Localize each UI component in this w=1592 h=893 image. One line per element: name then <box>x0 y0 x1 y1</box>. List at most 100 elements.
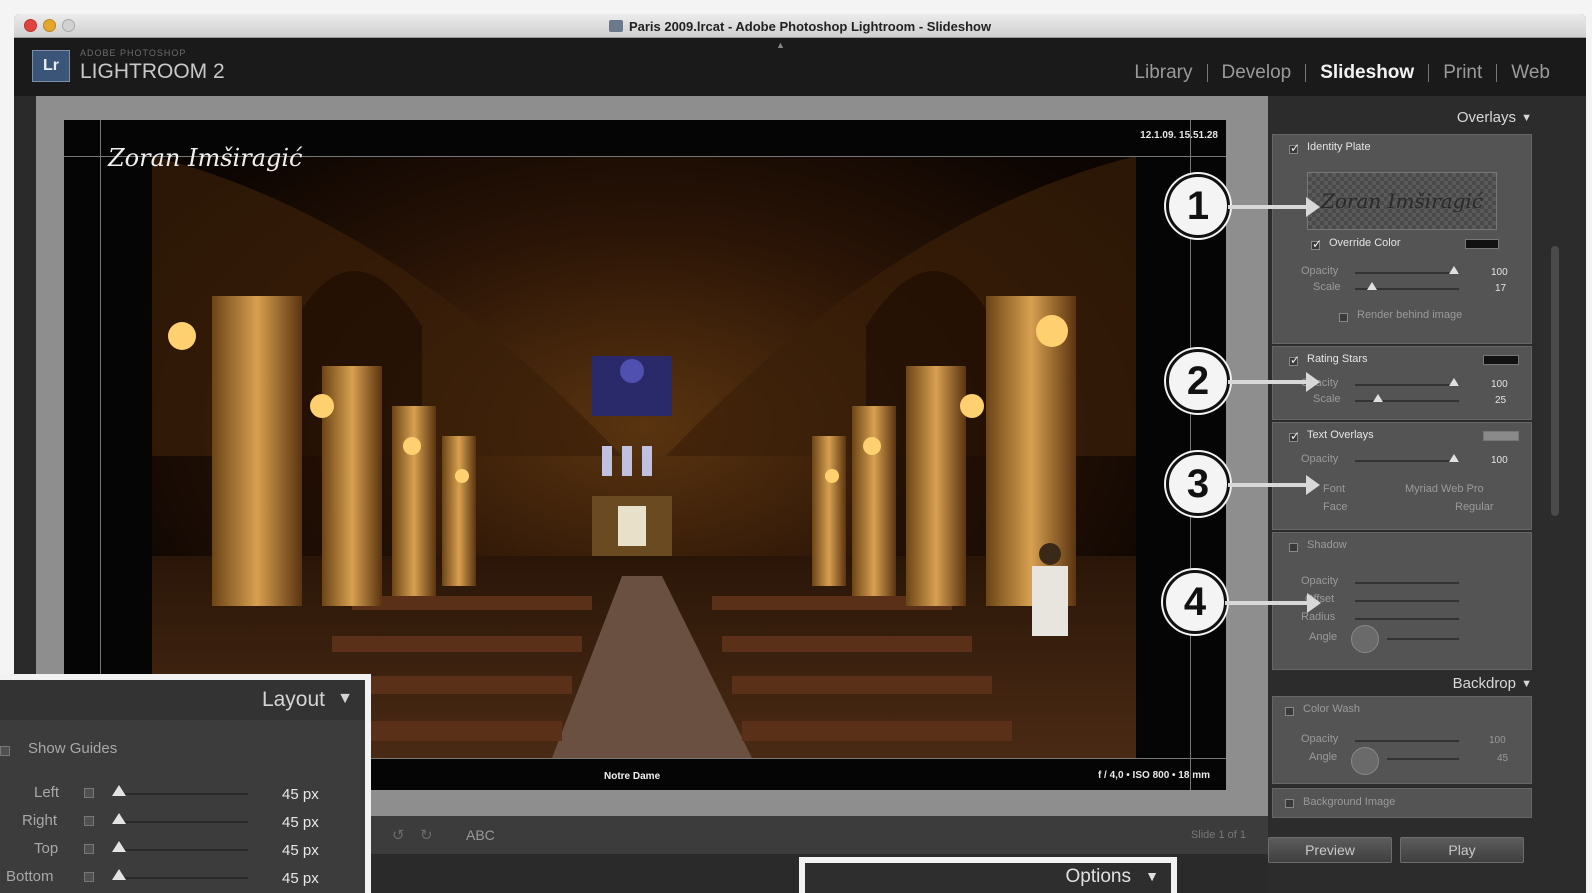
rating-opacity-value[interactable]: 100 <box>1491 379 1508 390</box>
rating-scale-slider[interactable] <box>1355 400 1459 402</box>
background-image-checkbox[interactable] <box>1285 799 1294 808</box>
color-wash-opacity-slider[interactable] <box>1355 740 1459 742</box>
module-slideshow[interactable]: Slideshow <box>1306 62 1428 84</box>
module-header: Lr ADOBE PHOTOSHOP LIGHTROOM 2 ▲ Library… <box>14 38 1586 96</box>
override-color-swatch[interactable] <box>1465 239 1499 249</box>
module-print[interactable]: Print <box>1429 62 1496 84</box>
play-button[interactable]: Play <box>1400 837 1524 863</box>
module-develop[interactable]: Develop <box>1208 62 1306 84</box>
shadow-radius-slider[interactable] <box>1355 618 1459 620</box>
module-web[interactable]: Web <box>1497 62 1564 84</box>
rating-stars-color-swatch[interactable] <box>1483 355 1519 365</box>
brand-title: LIGHTROOM 2 <box>80 60 225 83</box>
layout-right-knob[interactable] <box>112 813 126 824</box>
layout-bottom-slider[interactable] <box>118 877 248 879</box>
color-wash-angle-dial[interactable] <box>1351 747 1379 775</box>
layout-top-link-checkbox[interactable] <box>84 844 94 854</box>
layout-left-knob[interactable] <box>112 785 126 796</box>
shadow-offset-slider[interactable] <box>1355 600 1459 602</box>
brand-subtitle: ADOBE PHOTOSHOP <box>80 48 187 58</box>
layout-top-slider[interactable] <box>118 849 248 851</box>
override-color-checkbox[interactable] <box>1311 237 1322 251</box>
identity-plate-checkbox[interactable] <box>1289 141 1300 155</box>
layout-top-knob[interactable] <box>112 841 126 852</box>
callout-1: 1 <box>1166 174 1230 238</box>
color-wash-opacity-value[interactable]: 100 <box>1489 735 1506 746</box>
rating-opacity-knob[interactable] <box>1449 378 1459 386</box>
layout-right-value[interactable]: 45 px <box>282 814 319 831</box>
layout-left-slider[interactable] <box>118 793 248 795</box>
rating-stars-label: Rating Stars <box>1307 353 1368 365</box>
color-wash-checkbox[interactable] <box>1285 707 1294 716</box>
title-bar: Paris 2009.lrcat - Adobe Photoshop Light… <box>14 14 1586 38</box>
render-behind-label: Render behind image <box>1357 309 1463 321</box>
layout-left-value[interactable]: 45 px <box>282 786 319 803</box>
shadow-angle-slider[interactable] <box>1387 638 1459 640</box>
preview-button[interactable]: Preview <box>1268 837 1392 863</box>
show-guides-label: Show Guides <box>28 740 118 757</box>
color-wash-angle-slider[interactable] <box>1387 758 1459 760</box>
options-panel-zoom[interactable]: Options ▼ <box>799 857 1177 893</box>
collapse-top-panel-icon[interactable]: ▲ <box>776 40 785 50</box>
overlays-panel-header[interactable]: Overlays ▼ <box>1268 102 1538 132</box>
layout-bottom-knob[interactable] <box>112 869 126 880</box>
layout-top-value[interactable]: 45 px <box>282 842 319 859</box>
caption-text-overlay[interactable]: Notre Dame <box>604 771 660 782</box>
layout-right-link-checkbox[interactable] <box>84 816 94 826</box>
rating-stars-checkbox[interactable] <box>1289 353 1300 367</box>
text-overlays-color-swatch[interactable] <box>1483 431 1519 441</box>
layout-bottom-link-checkbox[interactable] <box>84 872 94 882</box>
rating-scale-knob[interactable] <box>1373 394 1383 402</box>
text-opacity-value[interactable]: 100 <box>1491 455 1508 466</box>
callout-3: 3 <box>1166 452 1230 516</box>
module-picker: Library Develop Slideshow Print Web <box>1120 62 1564 84</box>
identity-opacity-knob[interactable] <box>1449 266 1459 274</box>
text-overlays-checkbox[interactable] <box>1289 429 1300 443</box>
rotate-left-icon[interactable]: ↺ <box>392 826 405 844</box>
callout-1-arrow <box>1228 197 1320 217</box>
color-wash-angle-value[interactable]: 45 <box>1497 753 1508 764</box>
layout-right-slider[interactable] <box>118 821 248 823</box>
identity-opacity-label: Opacity <box>1301 265 1339 277</box>
right-panel-scrollbar[interactable] <box>1551 246 1559 516</box>
layout-right-label: Right <box>22 812 58 829</box>
identity-scale-knob[interactable] <box>1367 282 1377 290</box>
face-select[interactable]: Regular <box>1455 501 1494 513</box>
text-opacity-knob[interactable] <box>1449 454 1459 462</box>
callout-2-arrow <box>1228 372 1320 392</box>
shadow-opacity-slider[interactable] <box>1355 582 1459 584</box>
color-wash-section: Color Wash Opacity 100 Angle 45 <box>1272 696 1532 784</box>
show-guides-checkbox[interactable] <box>0 746 10 756</box>
shadow-checkbox[interactable] <box>1289 543 1298 552</box>
identity-plate-preview[interactable]: Zoran Imširagić <box>1307 172 1497 230</box>
add-text-button[interactable]: ABC <box>466 827 495 843</box>
identity-scale-value[interactable]: 17 <box>1495 283 1506 294</box>
rating-scale-value[interactable]: 25 <box>1495 395 1506 406</box>
rating-opacity-slider[interactable] <box>1355 384 1459 386</box>
date-text-overlay[interactable]: 12.1.09. 15.51.28 <box>1140 130 1218 141</box>
background-image-label: Background Image <box>1303 796 1396 808</box>
layout-panel-header[interactable]: Layout ▼ <box>0 680 365 720</box>
text-opacity-slider[interactable] <box>1355 460 1459 462</box>
cathedral-photo <box>152 156 1136 758</box>
backdrop-panel-header[interactable]: Backdrop ▼ <box>1268 668 1538 698</box>
lightroom-logo-icon: Lr <box>32 50 70 82</box>
window-title-text: Paris 2009.lrcat - Adobe Photoshop Light… <box>628 19 992 34</box>
module-library[interactable]: Library <box>1120 62 1206 84</box>
render-behind-checkbox[interactable] <box>1339 313 1348 322</box>
identity-scale-label: Scale <box>1313 281 1341 293</box>
exif-text-overlay[interactable]: f / 4,0 • ISO 800 • 18 mm <box>1098 770 1210 781</box>
font-select[interactable]: Myriad Web Pro <box>1405 483 1484 495</box>
layout-left-link-checkbox[interactable] <box>84 788 94 798</box>
shadow-angle-dial[interactable] <box>1351 625 1379 653</box>
layout-header-label: Layout <box>261 688 325 711</box>
rotate-right-icon[interactable]: ↻ <box>420 826 433 844</box>
callout-3-arrow <box>1228 475 1320 495</box>
identity-opacity-slider[interactable] <box>1355 272 1459 274</box>
identity-plate-overlay[interactable]: Zoran Imširagić <box>108 144 302 172</box>
slide-photo[interactable] <box>152 156 1136 758</box>
shadow-label: Shadow <box>1307 539 1347 551</box>
identity-opacity-value[interactable]: 100 <box>1491 267 1508 278</box>
layout-bottom-value[interactable]: 45 px <box>282 870 319 887</box>
text-opacity-label: Opacity <box>1301 453 1339 465</box>
